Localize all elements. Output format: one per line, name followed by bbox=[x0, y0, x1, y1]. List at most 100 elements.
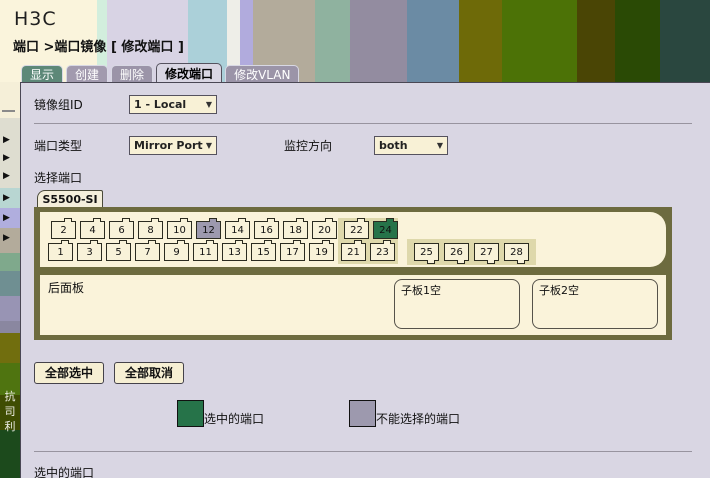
device-model-tab[interactable]: S5500-SI bbox=[37, 190, 103, 207]
port-type-value: Mirror Port bbox=[134, 139, 203, 152]
mirror-group-label: 镜像组ID bbox=[34, 96, 129, 113]
port-15[interactable]: 15 bbox=[251, 243, 276, 261]
port-type-label: 端口类型 bbox=[34, 137, 129, 154]
selected-port-swatch bbox=[177, 400, 204, 427]
tab-bar: 显示 创建 删除 修改端口 修改VLAN bbox=[21, 63, 299, 83]
mirror-group-row: 镜像组ID 1 - Local ▼ bbox=[34, 95, 710, 114]
port-23[interactable]: 23 bbox=[370, 243, 395, 261]
separator-line bbox=[34, 451, 692, 452]
tab-create[interactable]: 创建 bbox=[66, 65, 108, 83]
port-14[interactable]: 14 bbox=[225, 221, 250, 239]
bg-stripe bbox=[350, 0, 407, 82]
port-3[interactable]: 3 bbox=[77, 243, 102, 261]
tab-display[interactable]: 显示 bbox=[21, 65, 63, 83]
port-type-select[interactable]: Mirror Port ▼ bbox=[129, 136, 217, 155]
tree-bullet-icon[interactable]: ▶ bbox=[3, 135, 17, 145]
tab-modify-port[interactable]: 修改端口 bbox=[156, 63, 222, 83]
port-4[interactable]: 4 bbox=[80, 221, 105, 239]
port-24[interactable]: 24 bbox=[373, 221, 398, 239]
port-28[interactable]: 28 bbox=[504, 243, 529, 261]
port-22[interactable]: 22 bbox=[344, 221, 369, 239]
port-25[interactable]: 25 bbox=[414, 243, 439, 261]
rear-panel-label: 后面板 bbox=[48, 279, 84, 329]
front-panel: 214365871091211141316151817201922212423 … bbox=[40, 212, 666, 267]
chevron-down-icon: ▼ bbox=[206, 100, 212, 109]
port-column: 2019 bbox=[309, 221, 334, 261]
select-port-label: 选择端口 bbox=[34, 169, 710, 186]
daughter-board-2: 子板2空 bbox=[532, 279, 658, 329]
unselectable-port-swatch bbox=[349, 400, 376, 427]
bg-stripe bbox=[660, 0, 710, 82]
tree-bullet-icon[interactable]: ▶ bbox=[3, 233, 17, 243]
breadcrumb: 端口 >端口镜像 [ 修改端口 ] bbox=[13, 36, 184, 55]
port-column: 1211 bbox=[193, 221, 218, 261]
button-row: 全部选中 全部取消 bbox=[34, 362, 710, 384]
port-9[interactable]: 9 bbox=[164, 243, 189, 261]
tab-modify-vlan[interactable]: 修改VLAN bbox=[225, 65, 299, 83]
main-content: 镜像组ID 1 - Local ▼ 端口类型 Mirror Port ▼ 监控方… bbox=[20, 82, 710, 478]
bg-band bbox=[0, 82, 20, 118]
port-column: 43 bbox=[77, 221, 102, 261]
separator-line bbox=[34, 123, 692, 124]
port-type-row: 端口类型 Mirror Port ▼ 监控方向 both ▼ bbox=[34, 136, 710, 155]
bg-stripe bbox=[459, 0, 502, 82]
port-column: 1615 bbox=[251, 221, 276, 261]
tree-bullet-icon[interactable]: ▶ bbox=[3, 213, 17, 223]
port-6[interactable]: 6 bbox=[109, 221, 134, 239]
h3c-logo: H3C bbox=[14, 8, 57, 30]
select-all-button[interactable]: 全部选中 bbox=[34, 362, 104, 384]
port-21[interactable]: 21 bbox=[341, 243, 366, 261]
port-11[interactable]: 11 bbox=[193, 243, 218, 261]
port-5[interactable]: 5 bbox=[106, 243, 131, 261]
tab-delete[interactable]: 删除 bbox=[111, 65, 153, 83]
rear-panel: 后面板 子板1空 子板2空 bbox=[40, 275, 666, 335]
bg-stripe bbox=[407, 0, 459, 82]
tree-bullet-icon[interactable]: ▶ bbox=[3, 193, 17, 203]
bg-band bbox=[0, 271, 20, 296]
tree-bullet-icon[interactable]: ▶ bbox=[3, 171, 17, 181]
bg-band bbox=[0, 253, 20, 271]
port-17[interactable]: 17 bbox=[280, 243, 305, 261]
port-19[interactable]: 19 bbox=[309, 243, 334, 261]
extension-port-zone: 25 26 27 28 bbox=[407, 239, 536, 265]
bg-stripe bbox=[502, 0, 577, 82]
direction-select[interactable]: both ▼ bbox=[374, 136, 448, 155]
port-18[interactable]: 18 bbox=[283, 221, 308, 239]
port-8[interactable]: 8 bbox=[138, 221, 163, 239]
port-16[interactable]: 16 bbox=[254, 221, 279, 239]
selected-port-legend-label: 选中的端口 bbox=[204, 410, 264, 427]
daughter-board-area: 子板1空 子板2空 bbox=[394, 279, 658, 329]
port-column: 1817 bbox=[280, 221, 305, 261]
unselectable-port-legend-label: 不能选择的端口 bbox=[376, 410, 460, 427]
port-20[interactable]: 20 bbox=[312, 221, 337, 239]
chevron-down-icon: ▼ bbox=[437, 141, 443, 150]
port-1[interactable]: 1 bbox=[48, 243, 73, 261]
bg-band bbox=[0, 333, 20, 363]
bg-stripe bbox=[315, 0, 350, 82]
port-column: 109 bbox=[164, 221, 189, 261]
mirror-group-select[interactable]: 1 - Local ▼ bbox=[129, 95, 217, 114]
port-10[interactable]: 10 bbox=[167, 221, 192, 239]
port-column: 1413 bbox=[222, 221, 247, 261]
port-column: 2221 bbox=[341, 221, 366, 261]
port-12: 12 bbox=[196, 221, 221, 239]
tree-bullet-icon[interactable]: ▶ bbox=[3, 153, 17, 163]
cancel-all-button[interactable]: 全部取消 bbox=[114, 362, 184, 384]
port-column: 2423 bbox=[370, 221, 395, 261]
legend: 选中的端口 不能选择的端口 bbox=[34, 400, 710, 427]
port-column: 87 bbox=[135, 221, 160, 261]
bg-stripe bbox=[615, 0, 660, 82]
bg-band bbox=[0, 321, 20, 333]
bg-stripe bbox=[577, 0, 615, 82]
mirror-group-value: 1 - Local bbox=[134, 98, 186, 111]
port-26[interactable]: 26 bbox=[444, 243, 469, 261]
port-7[interactable]: 7 bbox=[135, 243, 160, 261]
highlight-zone: 22212423 bbox=[338, 218, 398, 264]
front-port-grid: 214365871091211141316151817201922212423 … bbox=[48, 221, 536, 261]
left-vertical-text: 抗司利 bbox=[3, 389, 17, 434]
port-13[interactable]: 13 bbox=[222, 243, 247, 261]
bg-band bbox=[0, 430, 20, 478]
chevron-down-icon: ▼ bbox=[206, 141, 212, 150]
port-27[interactable]: 27 bbox=[474, 243, 499, 261]
port-2[interactable]: 2 bbox=[51, 221, 76, 239]
